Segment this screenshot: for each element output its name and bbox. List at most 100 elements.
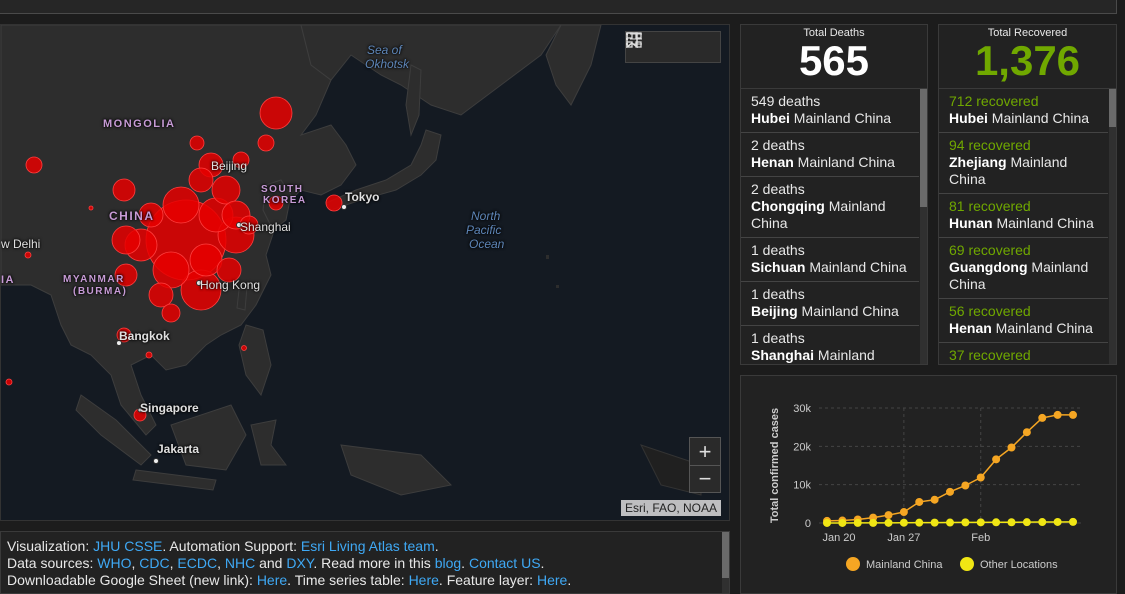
info-line-sources: Data sources: WHO, CDC, ECDC, NHC and DX… <box>7 555 545 571</box>
bubble-hebei <box>188 167 214 193</box>
data-point <box>915 518 924 527</box>
bubble-gansu <box>112 178 136 202</box>
x-tick-label: Jan 20 <box>822 532 855 544</box>
data-point <box>1007 443 1016 452</box>
label-sea-of-okhotsk-2: Okhotsk <box>365 57 410 71</box>
map-attribution[interactable]: Esri, FAO, NOAA <box>620 500 721 516</box>
data-point <box>976 518 985 527</box>
dashboard-title-bar <box>0 0 1117 14</box>
data-point <box>1022 428 1031 437</box>
label-shanghai: Shanghai <box>240 220 291 234</box>
scrollbar-thumb[interactable] <box>920 89 927 207</box>
total-recovered-value: 1,376 <box>974 37 1081 84</box>
data-point <box>884 511 893 520</box>
bubble-philippines <box>241 345 247 351</box>
confirmed-cases-chart-panel: 0 10k 20k 30k Jan 20 Jan 27 Feb Total confirmed… <box>740 375 1117 594</box>
data-point <box>961 518 970 527</box>
x-tick-label: Jan 27 <box>887 532 920 544</box>
list-item[interactable]: 81 recovered Hunan Mainland China <box>939 194 1108 238</box>
zoom-in-button[interactable]: + <box>690 438 720 465</box>
total-deaths-panel: Total Deaths 565 549 deaths Hubei Mainlan… <box>740 24 928 365</box>
list-icon[interactable] <box>626 33 684 58</box>
bubble-guangxi <box>148 282 174 308</box>
jhu-csse-link[interactable]: JHU CSSE <box>93 538 162 554</box>
data-point <box>869 518 878 527</box>
scrollbar-thumb[interactable] <box>1109 89 1116 127</box>
legend-label: Mainland China <box>866 559 943 571</box>
blog-link[interactable]: blog <box>435 555 461 571</box>
list-item[interactable]: 712 recovered Hubei Mainland China <box>939 89 1108 133</box>
zoom-out-button[interactable]: − <box>690 465 720 492</box>
bubble-jilin <box>257 134 275 152</box>
data-point <box>992 518 1001 527</box>
data-point <box>976 473 985 482</box>
tokyo-dot <box>341 204 347 210</box>
label-beijing: Beijing <box>211 159 248 173</box>
list-item[interactable]: 2 deaths Henan Mainland China <box>741 133 919 177</box>
y-tick-label: 10k <box>793 480 811 492</box>
list-item[interactable]: 1 deaths Beijing Mainland China <box>741 282 919 326</box>
feature-layer-link[interactable]: Here <box>537 572 567 588</box>
label-north-pacific-1: North <box>471 209 501 223</box>
google-sheet-link[interactable]: Here <box>257 572 287 588</box>
label-bangkok: Bangkok <box>119 329 170 343</box>
deaths-list[interactable]: 549 deaths Hubei Mainland China 2 deaths H… <box>741 89 919 364</box>
data-point <box>899 508 908 517</box>
who-link[interactable]: WHO <box>97 555 131 571</box>
label-china: CHINA <box>109 209 155 223</box>
bubble-sichuan <box>111 225 141 255</box>
label-mongolia: MONGOLIA <box>103 118 176 130</box>
y-tick-label: 30k <box>793 403 811 415</box>
jakarta-dot <box>153 458 159 464</box>
confirmed-cases-chart: 0 10k 20k 30k Jan 20 Jan 27 Feb Total confirmed… <box>769 403 1081 571</box>
list-item[interactable]: 37 recovered <box>939 343 1108 364</box>
y-tick-label: 20k <box>793 441 811 453</box>
label-new-delhi: w Delhi <box>1 237 41 251</box>
label-jakarta: Jakarta <box>157 442 200 456</box>
cdc-link[interactable]: CDC <box>139 555 169 571</box>
esri-living-atlas-link[interactable]: Esri Living Atlas team <box>301 538 435 554</box>
contact-us-link[interactable]: Contact US <box>469 555 541 571</box>
list-item[interactable]: 56 recovered Henan Mainland China <box>939 299 1108 343</box>
list-item[interactable]: 1 deaths Sichuan Mainland China <box>741 238 919 282</box>
data-point <box>1007 518 1016 527</box>
ecdc-link[interactable]: ECDC <box>177 555 217 571</box>
label-myanmar-2: (BURMA) <box>73 286 128 297</box>
data-point <box>946 518 954 527</box>
data-point <box>823 518 831 527</box>
label-tokyo: Tokyo <box>345 190 380 204</box>
bubble-vietnam <box>145 351 153 359</box>
info-scrollbar[interactable] <box>722 532 729 593</box>
dxy-link[interactable]: DXY <box>286 555 313 571</box>
qr-grid-icon[interactable] <box>626 32 715 58</box>
scrollbar-thumb[interactable] <box>722 532 729 578</box>
time-series-link[interactable]: Here <box>409 572 439 588</box>
list-item[interactable]: 1 deaths Shanghai Mainland <box>741 326 919 364</box>
map-canvas[interactable] <box>1 25 730 521</box>
recovered-list[interactable]: 712 recovered Hubei Mainland China 94 rec… <box>939 89 1108 364</box>
data-point <box>853 518 862 527</box>
legend-label: Other Locations <box>980 559 1058 571</box>
info-line-visualization: Visualization: JHU CSSE. Automation Supp… <box>7 538 439 554</box>
bubble-xinjiang <box>25 156 43 174</box>
label-india: IA <box>1 274 15 286</box>
label-north-pacific-3: Ocean <box>469 237 505 251</box>
list-item[interactable]: 549 deaths Hubei Mainland China <box>741 89 919 133</box>
info-line-downloads: Downloadable Google Sheet (new link): He… <box>7 572 572 588</box>
total-recovered-panel: Total Recovered 1,376 712 recovered Hubei… <box>938 24 1117 365</box>
deaths-scrollbar[interactable] <box>920 89 927 364</box>
bubble-japan <box>325 194 343 212</box>
list-item[interactable]: 94 recovered Zhejiang Mainland China <box>939 133 1108 194</box>
bubble-nepal <box>24 251 32 259</box>
data-point <box>1038 518 1047 527</box>
label-singapore: Singapore <box>140 401 199 415</box>
data-point <box>946 487 954 496</box>
recovered-scrollbar[interactable] <box>1109 89 1116 364</box>
data-point <box>884 518 893 527</box>
list-item[interactable]: 69 recovered Guangdong Mainland China <box>939 238 1108 299</box>
nhc-link[interactable]: NHC <box>225 555 255 571</box>
map-view[interactable]: Sea of Okhotsk MONGOLIA Beijing SOUTH KO… <box>0 24 730 521</box>
label-north-pacific-2: Pacific <box>466 223 502 237</box>
zoom-control: + − <box>689 437 721 493</box>
list-item[interactable]: 2 deaths Chongqing Mainland China <box>741 177 919 238</box>
